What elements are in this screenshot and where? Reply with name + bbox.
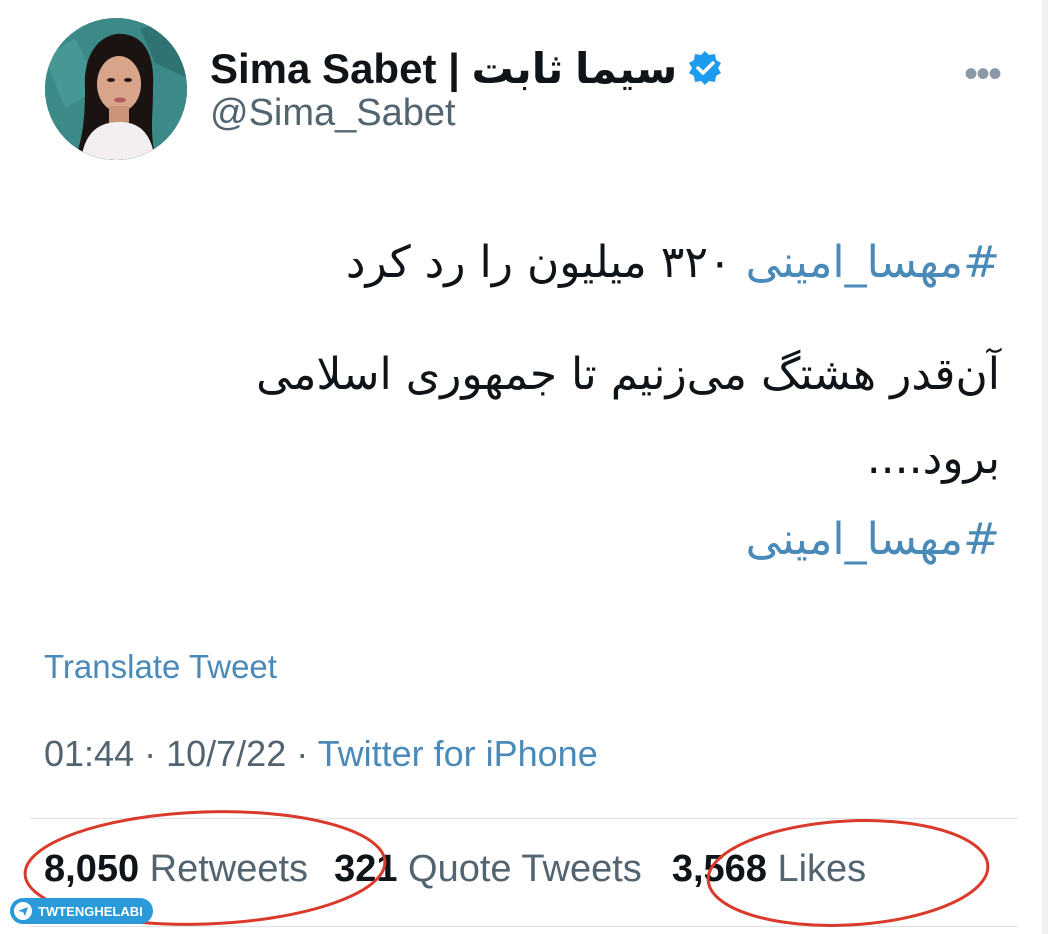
retweets-stat[interactable]: 8,050 Retweets — [44, 848, 308, 890]
user-handle[interactable]: @Sima_Sabet — [210, 92, 456, 135]
translate-tweet-link[interactable]: Translate Tweet — [44, 648, 277, 686]
likes-count: 3,568 — [671, 848, 767, 890]
divider — [30, 926, 1018, 927]
avatar[interactable] — [45, 18, 187, 160]
tweet-line-3: برود.... — [866, 433, 1000, 484]
display-name[interactable]: Sima Sabet | سیما ثابت — [210, 40, 723, 96]
meta-separator: · — [296, 733, 318, 774]
telegram-icon — [14, 902, 32, 920]
tweet-line-2: آن‌قدر هشتگ می‌زنیم تا جمهوری اسلامی — [256, 349, 1000, 400]
meta-separator: · — [144, 733, 167, 774]
quote-tweets-label: Quote Tweets — [408, 848, 642, 890]
retweets-label: Retweets — [149, 848, 309, 890]
watermark-badge: TWTENGHELABI — [10, 898, 153, 924]
watermark-text: TWTENGHELABI — [38, 903, 143, 919]
hashtag-link[interactable]: #مهسا_امینی — [746, 237, 1000, 288]
tweet-line-4: #مهسا_امینی — [80, 505, 1000, 575]
tweet-meta: 01:44 · 10/7/22 · Twitter for iPhone — [44, 733, 598, 775]
verified-badge-icon — [689, 51, 722, 85]
tweet-time[interactable]: 01:44 — [44, 733, 134, 774]
hashtag-link[interactable]: #مهسا_امینی — [746, 514, 1000, 565]
quote-tweets-stat[interactable]: 321 Quote Tweets — [334, 848, 642, 890]
screenshot-edge — [1042, 0, 1048, 934]
display-name-text: Sima Sabet | سیما ثابت — [210, 44, 678, 92]
tweet-line-1: #مهسا_امینی ۳۲۰ میلیون را رد کرد — [80, 228, 1000, 298]
quote-tweets-count: 321 — [334, 848, 398, 890]
likes-label: Likes — [777, 848, 867, 890]
tweet-stats: 8,050 Retweets 321 Quote Tweets 3,568 Like… — [44, 848, 866, 891]
tweet-source-link[interactable]: Twitter for iPhone — [318, 733, 598, 774]
retweets-count: 8,050 — [44, 848, 140, 890]
tweet-date[interactable]: 10/7/22 — [166, 733, 286, 774]
likes-stat[interactable]: 3,568 Likes — [672, 848, 866, 890]
tweet-text-segment: ۳۲۰ میلیون را رد کرد — [345, 237, 732, 288]
more-options-icon[interactable]: ••• — [964, 54, 1002, 94]
person-avatar-icon — [45, 18, 187, 160]
divider — [30, 818, 1018, 819]
